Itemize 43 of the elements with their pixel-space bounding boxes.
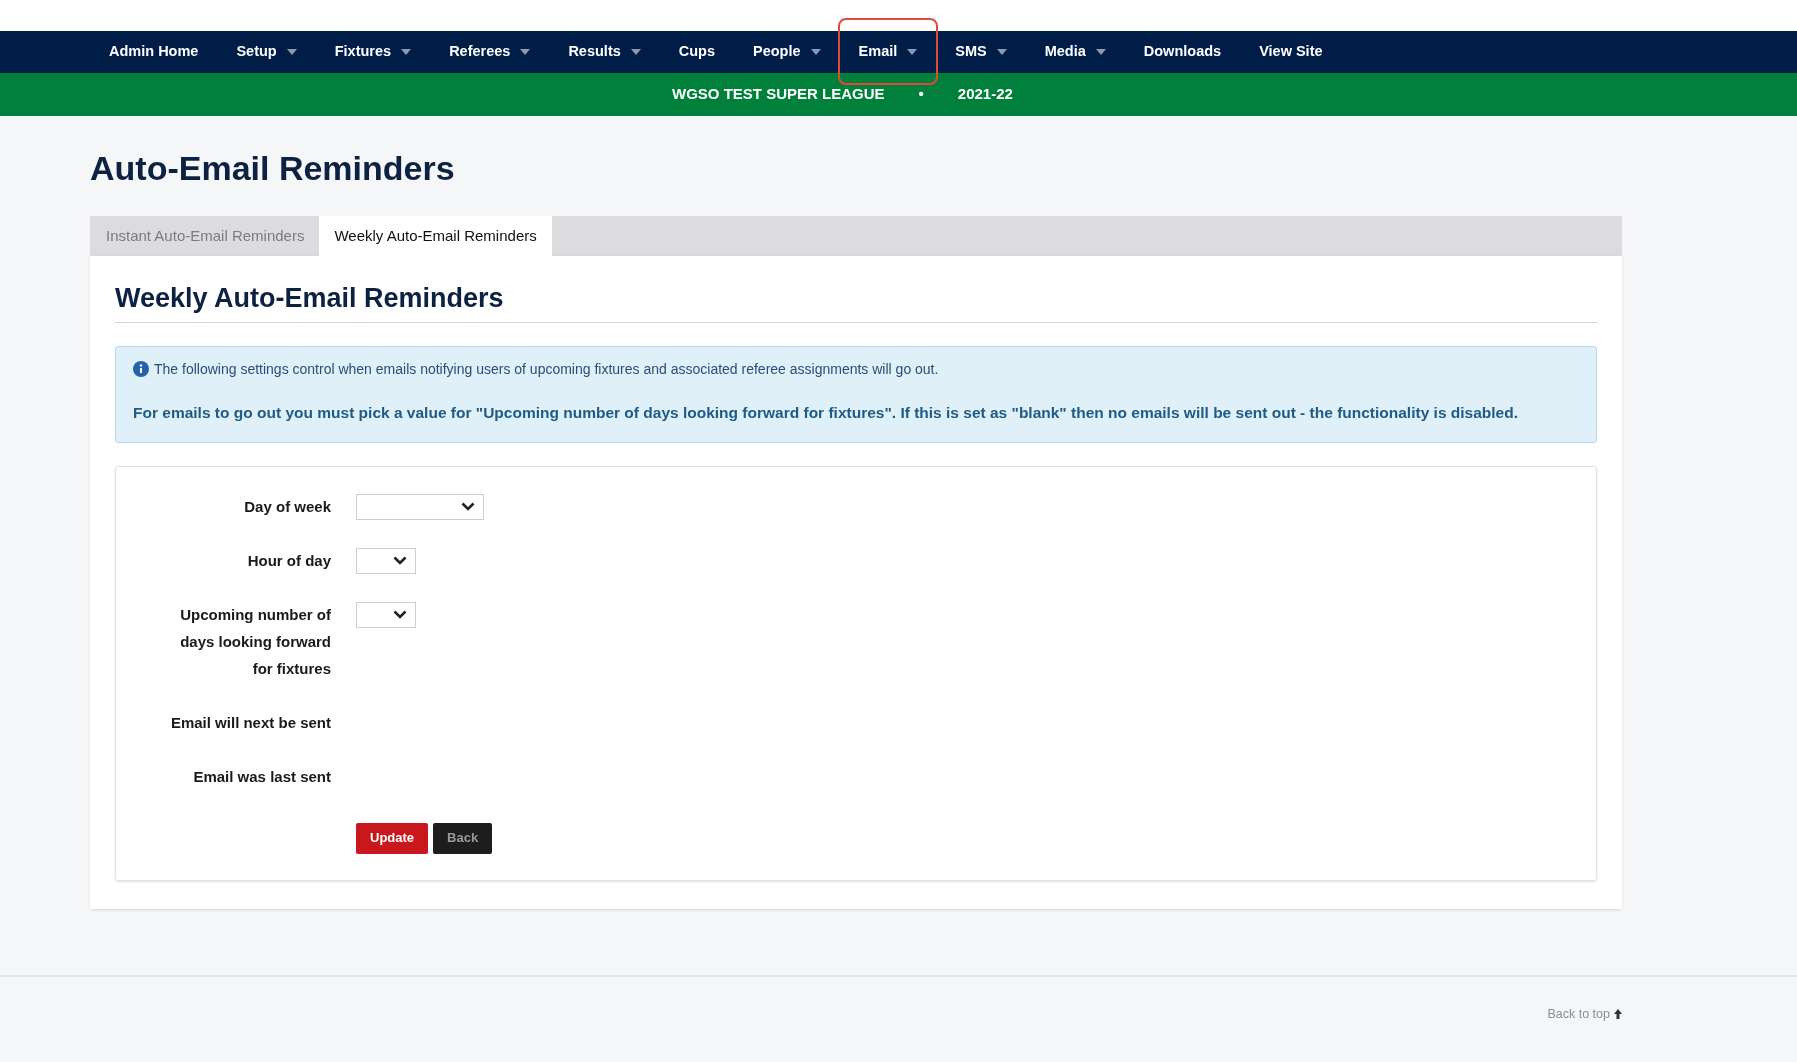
- caret-icon: [630, 49, 641, 55]
- field-label: Hour of day: [246, 550, 331, 571]
- separator-dot: •: [918, 84, 924, 105]
- caret-icon: [907, 49, 918, 55]
- nav-item[interactable]: Fixtures: [315, 31, 431, 73]
- chevron-icon: [461, 502, 475, 511]
- dropdown-field[interactable]: [356, 547, 416, 574]
- dropdown-field[interactable]: [356, 601, 416, 628]
- nav-item[interactable]: View Site: [1240, 31, 1342, 73]
- nav-item[interactable]: Media: [1025, 31, 1125, 73]
- nav-item[interactable]: Cups: [659, 31, 735, 73]
- field-label: Email was last sent: [192, 766, 331, 787]
- nav-item[interactable]: Setup: [217, 31, 316, 73]
- tab[interactable]: Weekly Auto-Email Reminders: [319, 216, 552, 256]
- info-icon: [133, 361, 149, 377]
- caret-icon: [286, 49, 297, 55]
- chevron-icon: [393, 556, 407, 565]
- chevron-icon: [393, 610, 407, 619]
- caret-icon: [1095, 49, 1106, 55]
- field-label: Upcoming number of days looking forward for fixtures: [179, 604, 331, 679]
- section-title: Weekly Auto-Email Reminders: [115, 278, 1597, 323]
- back-button[interactable]: Back: [433, 822, 493, 854]
- caret-icon: [401, 49, 412, 55]
- league-name: WGSO TEST SUPER LEAGUE: [672, 84, 885, 105]
- caret-icon: [996, 49, 1007, 55]
- caret-icon: [520, 49, 531, 55]
- caret-icon: [810, 49, 821, 55]
- page-title: Auto-Email Reminders: [90, 148, 455, 189]
- nav-item[interactable]: Admin Home: [90, 31, 218, 73]
- nav-item[interactable]: SMS: [936, 31, 1026, 73]
- nav-item[interactable]: Results: [549, 31, 660, 73]
- nav-item[interactable]: Email: [839, 31, 937, 73]
- dropdown-field[interactable]: [356, 493, 484, 520]
- nav-item[interactable]: People: [734, 31, 840, 73]
- nav-item[interactable]: Downloads: [1124, 31, 1241, 73]
- update-button[interactable]: Update: [356, 822, 429, 854]
- field-label: Day of week: [243, 496, 331, 517]
- field-label: Email will next be sent: [169, 712, 331, 733]
- arrow-up-icon: [1614, 1008, 1622, 1019]
- info-warning-text: For emails to go out you must pick a value for "Upcoming number of days looking forward for fixtures". If this is set as "blank" then no emails will be sent out - the functionality is disabled.: [133, 402, 1519, 423]
- info-text: The following settings control when emails notifying users of upcoming fixtures and associated referee assignments will go out.: [154, 359, 939, 379]
- season-label: 2021-22: [957, 84, 1013, 105]
- nav-item[interactable]: Referees: [430, 31, 550, 73]
